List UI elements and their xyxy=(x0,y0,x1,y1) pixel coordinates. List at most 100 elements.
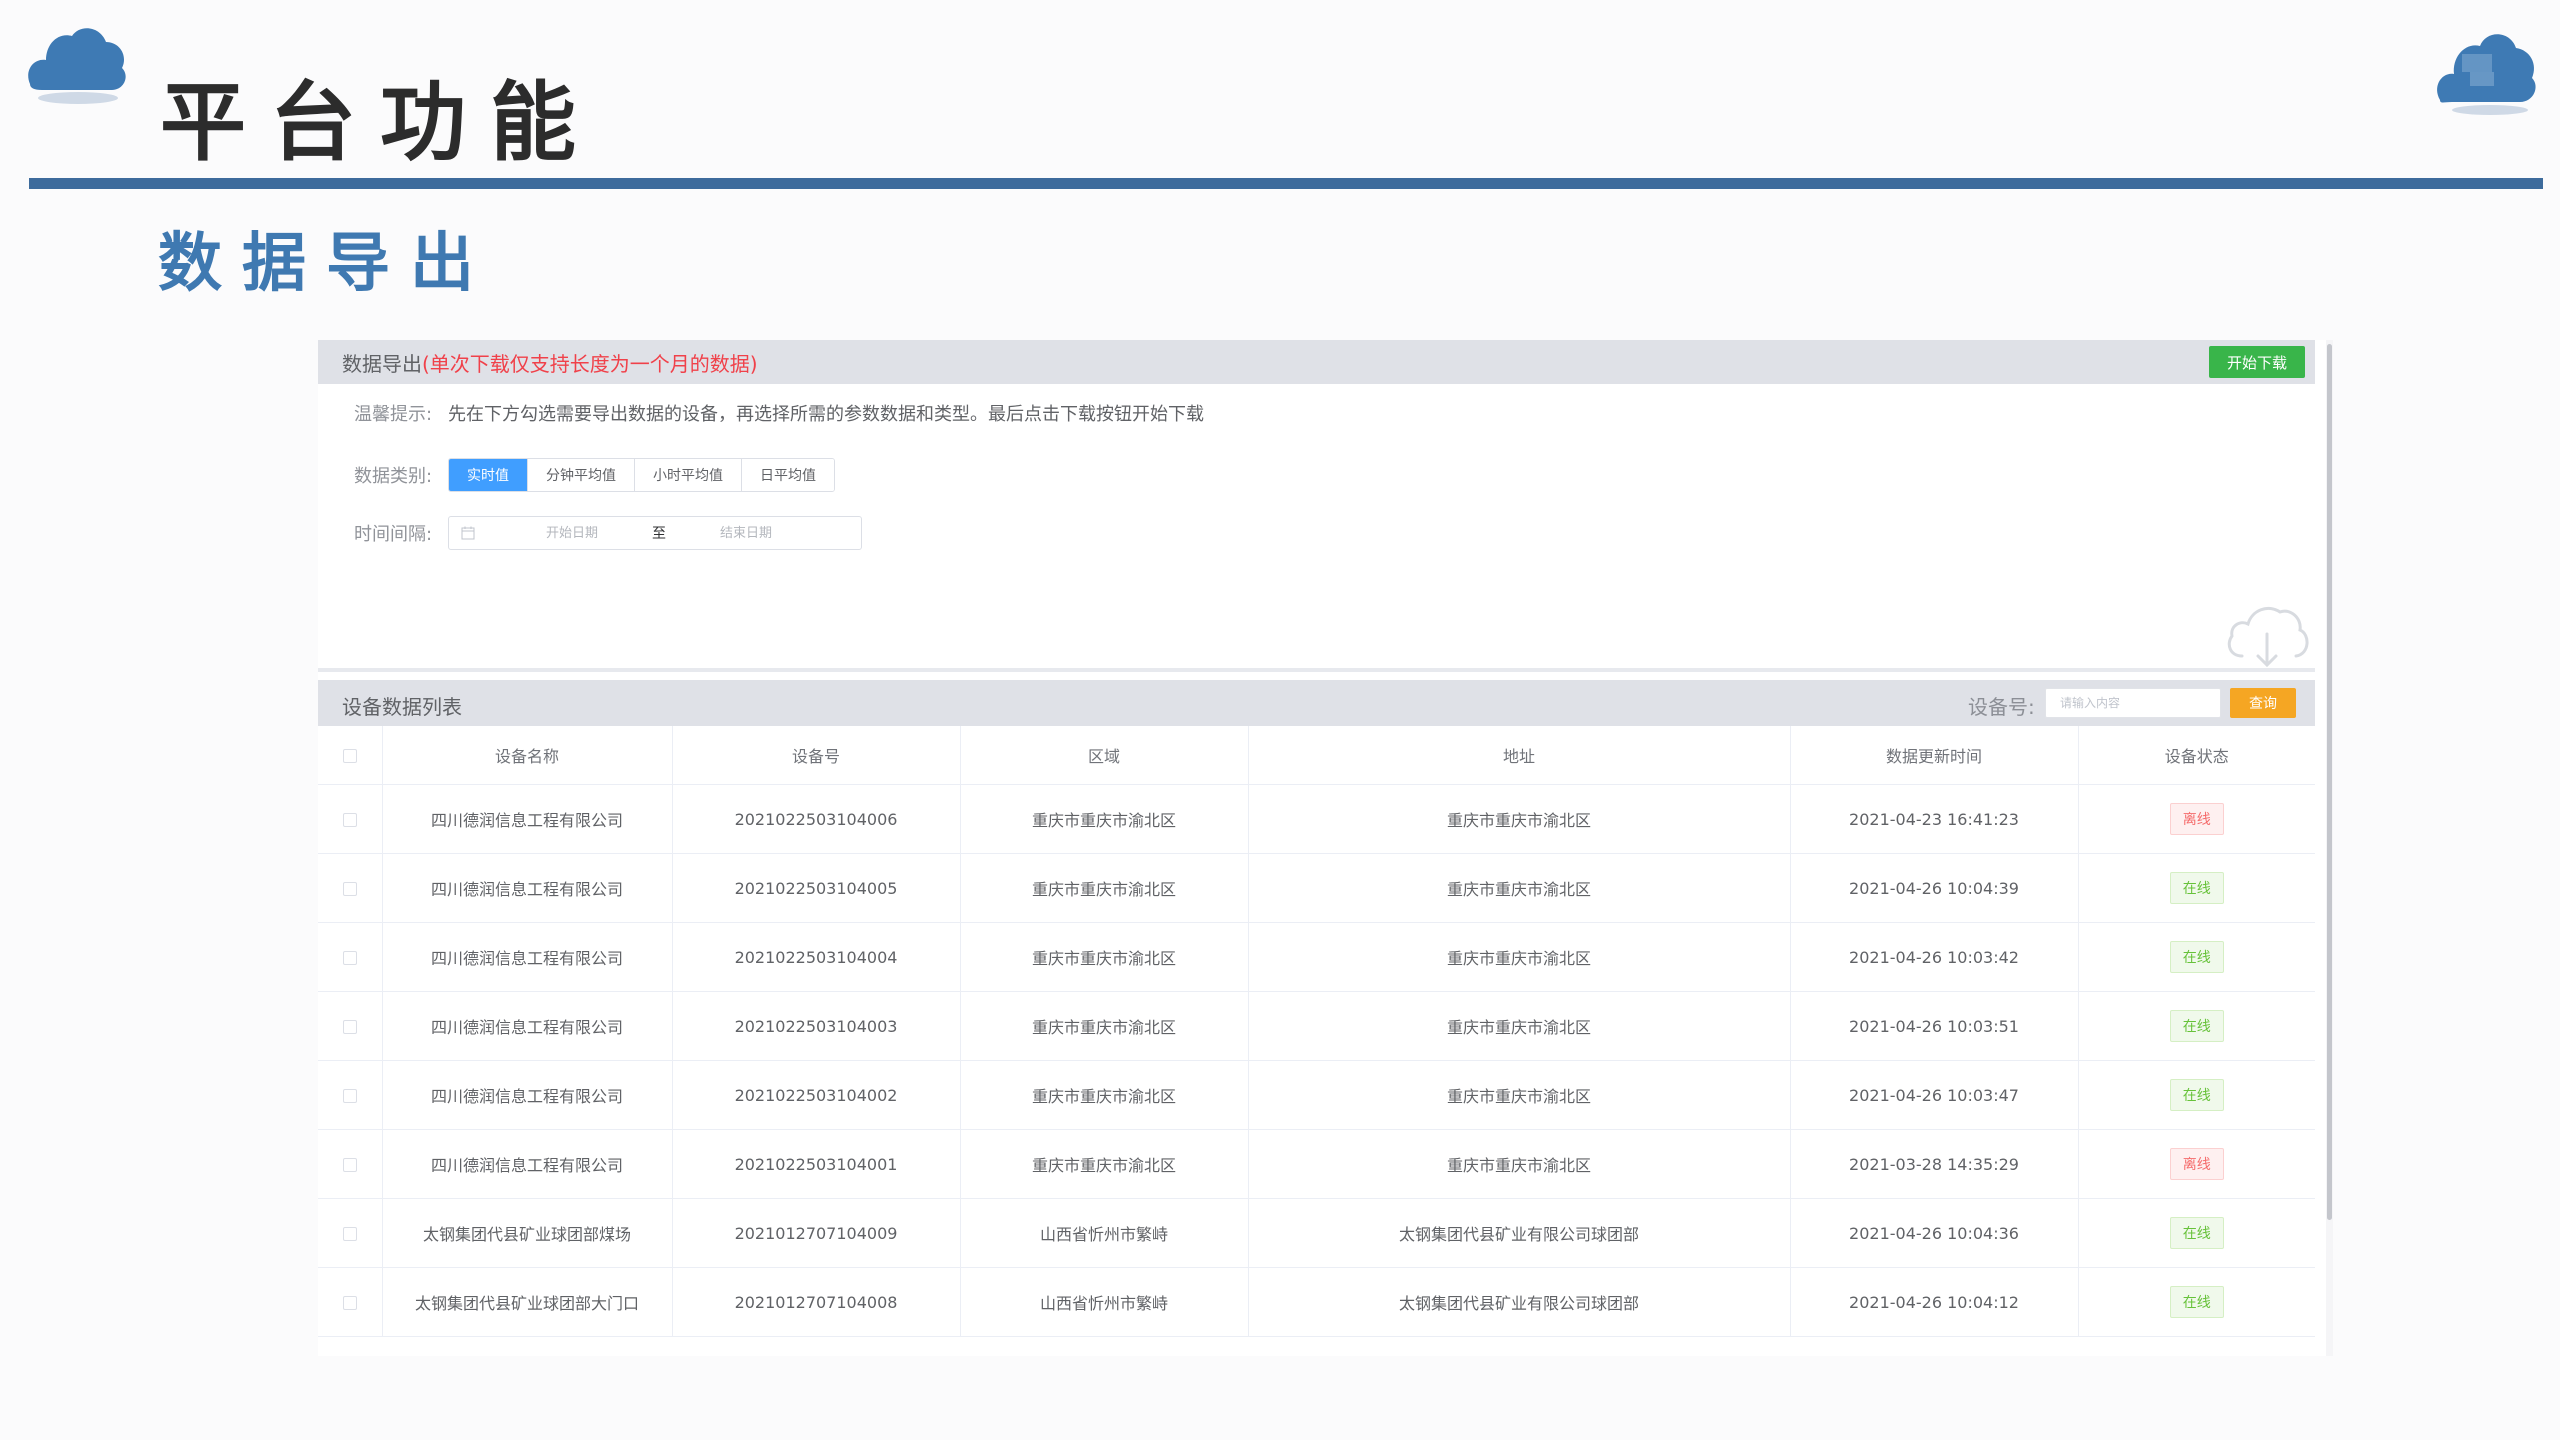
updated-time-cell: 2021-04-26 10:04:12 xyxy=(1790,1267,2079,1337)
row-select-cell xyxy=(318,1267,383,1337)
status-cell: 离线 xyxy=(2078,784,2315,854)
region-cell: 重庆市重庆市渝北区 xyxy=(960,991,1249,1061)
start-date-input[interactable] xyxy=(495,524,649,542)
address-cell: 太钢集团代县矿业有限公司球团部 xyxy=(1248,1198,1791,1268)
status-cell: 在线 xyxy=(2078,1060,2315,1130)
device-name-cell: 四川德润信息工程有限公司 xyxy=(382,853,673,923)
end-date-input[interactable] xyxy=(669,524,823,542)
device-list-title: 设备数据列表 xyxy=(342,695,462,719)
table-header-row: 设备名称 设备号 区域 地址 数据更新时间 设备状态 xyxy=(318,726,2315,785)
category-realtime-button[interactable]: 实时值 xyxy=(449,459,528,491)
address-cell: 重庆市重庆市渝北区 xyxy=(1248,853,1791,923)
device-name-cell: 太钢集团代县矿业球团部煤场 xyxy=(382,1198,673,1268)
time-range-row: 时间间隔: 至 xyxy=(354,516,862,550)
device-name-cell: 四川德润信息工程有限公司 xyxy=(382,1060,673,1130)
updated-time-cell: 2021-03-28 14:35:29 xyxy=(1790,1129,2079,1199)
device-id-search-input[interactable] xyxy=(2045,688,2221,718)
table-row[interactable]: 四川德润信息工程有限公司 2021022503104005 重庆市重庆市渝北区 重庆市… xyxy=(318,853,2315,923)
category-label: 数据类别: xyxy=(354,466,433,487)
column-header-id: 设备号 xyxy=(672,726,961,785)
status-badge: 在线 xyxy=(2169,1010,2224,1042)
region-cell: 重庆市重庆市渝北区 xyxy=(960,784,1249,854)
category-row: 数据类别: 实时值 分钟平均值 小时平均值 日平均值 xyxy=(354,458,835,492)
region-cell: 山西省忻州市繁峙 xyxy=(960,1267,1249,1337)
row-checkbox[interactable] xyxy=(342,1296,357,1310)
status-badge: 在线 xyxy=(2169,872,2224,904)
table-row[interactable]: 四川德润信息工程有限公司 2021022503104004 重庆市重庆市渝北区 重庆市… xyxy=(318,922,2315,992)
category-segmented-control: 实时值 分钟平均值 小时平均值 日平均值 xyxy=(448,458,835,492)
vertical-scrollbar[interactable] xyxy=(2326,340,2333,1356)
cloud-download-icon[interactable] xyxy=(2224,600,2310,670)
updated-time-cell: 2021-04-26 10:03:47 xyxy=(1790,1060,2079,1130)
row-checkbox[interactable] xyxy=(342,1227,357,1241)
export-limit-note: (单次下载仅支持长度为一个月的数据) xyxy=(422,351,758,376)
status-cell: 在线 xyxy=(2078,1198,2315,1268)
scrollbar-thumb[interactable] xyxy=(2327,344,2332,1220)
status-cell: 在线 xyxy=(2078,1267,2315,1337)
category-hour-avg-button[interactable]: 小时平均值 xyxy=(635,459,742,491)
app-window: 数据导出 (单次下载仅支持长度为一个月的数据) 开始下载 温馨提示: 先在下方勾… xyxy=(318,340,2333,1356)
row-checkbox[interactable] xyxy=(342,1020,357,1034)
query-button[interactable]: 查询 xyxy=(2230,688,2296,718)
row-select-cell xyxy=(318,853,383,923)
table-row[interactable]: 太钢集团代县矿业球团部大门口 2021012707104008 山西省忻州市繁峙 太钢… xyxy=(318,1267,2315,1337)
device-table: 设备名称 设备号 区域 地址 数据更新时间 设备状态 四川德润信息工程有限公司 2… xyxy=(318,726,2315,1337)
region-cell: 山西省忻州市繁峙 xyxy=(960,1198,1249,1268)
calendar-icon xyxy=(461,526,475,540)
time-range-label: 时间间隔: xyxy=(354,524,433,545)
column-header-region: 区域 xyxy=(960,726,1249,785)
status-badge: 在线 xyxy=(2169,1217,2224,1249)
table-row[interactable]: 四川德润信息工程有限公司 2021022503104002 重庆市重庆市渝北区 重庆市… xyxy=(318,1060,2315,1130)
export-panel-title: 数据导出 xyxy=(342,351,422,376)
device-name-cell: 太钢集团代县矿业球团部大门口 xyxy=(382,1267,673,1337)
region-cell: 重庆市重庆市渝北区 xyxy=(960,922,1249,992)
page-title: 平台功能 xyxy=(160,73,600,173)
date-range-picker[interactable]: 至 xyxy=(448,516,862,550)
column-header-name: 设备名称 xyxy=(382,726,673,785)
tip-label: 温馨提示: xyxy=(354,404,433,425)
address-cell: 重庆市重庆市渝北区 xyxy=(1248,784,1791,854)
device-id-search-label: 设备号: xyxy=(1968,695,2035,719)
updated-time-cell: 2021-04-26 10:04:39 xyxy=(1790,853,2079,923)
start-download-button[interactable]: 开始下载 xyxy=(2208,346,2305,378)
address-cell: 重庆市重庆市渝北区 xyxy=(1248,1060,1791,1130)
status-badge: 离线 xyxy=(2169,803,2224,835)
device-id-cell: 2021022503104003 xyxy=(672,991,961,1061)
row-checkbox[interactable] xyxy=(342,1158,357,1172)
device-id-cell: 2021022503104004 xyxy=(672,922,961,992)
date-range-separator: 至 xyxy=(652,526,666,542)
table-row[interactable]: 四川德润信息工程有限公司 2021022503104006 重庆市重庆市渝北区 重庆市… xyxy=(318,784,2315,854)
status-badge: 在线 xyxy=(2169,1286,2224,1318)
updated-time-cell: 2021-04-26 10:03:51 xyxy=(1790,991,2079,1061)
row-checkbox[interactable] xyxy=(342,882,357,896)
category-day-avg-button[interactable]: 日平均值 xyxy=(742,459,834,491)
row-select-cell xyxy=(318,1129,383,1199)
row-select-cell xyxy=(318,784,383,854)
cloud-decoration-right-icon xyxy=(2437,34,2536,115)
export-panel-header: 数据导出 (单次下载仅支持长度为一个月的数据) 开始下载 xyxy=(318,340,2315,384)
tip-row: 温馨提示: 先在下方勾选需要导出数据的设备，再选择所需的参数数据和类型。最后点击… xyxy=(354,400,1204,426)
table-row[interactable]: 太钢集团代县矿业球团部煤场 2021012707104009 山西省忻州市繁峙 太钢集… xyxy=(318,1198,2315,1268)
region-cell: 重庆市重庆市渝北区 xyxy=(960,1060,1249,1130)
region-cell: 重庆市重庆市渝北区 xyxy=(960,1129,1249,1199)
select-all-checkbox[interactable] xyxy=(342,749,357,763)
device-list-header: 设备数据列表 设备号: 查询 xyxy=(318,680,2315,726)
row-select-cell xyxy=(318,991,383,1061)
table-row[interactable]: 四川德润信息工程有限公司 2021022503104001 重庆市重庆市渝北区 重庆市… xyxy=(318,1129,2315,1199)
page-subtitle: 数据导出 xyxy=(158,227,494,301)
device-id-cell: 2021012707104008 xyxy=(672,1267,961,1337)
region-cell: 重庆市重庆市渝北区 xyxy=(960,853,1249,923)
row-checkbox[interactable] xyxy=(342,813,357,827)
category-minute-avg-button[interactable]: 分钟平均值 xyxy=(528,459,635,491)
status-cell: 在线 xyxy=(2078,853,2315,923)
row-checkbox[interactable] xyxy=(342,951,357,965)
row-select-cell xyxy=(318,922,383,992)
device-name-cell: 四川德润信息工程有限公司 xyxy=(382,922,673,992)
row-select-cell xyxy=(318,1060,383,1130)
table-row[interactable]: 四川德润信息工程有限公司 2021022503104003 重庆市重庆市渝北区 重庆市… xyxy=(318,991,2315,1061)
device-id-cell: 2021022503104002 xyxy=(672,1060,961,1130)
updated-time-cell: 2021-04-23 16:41:23 xyxy=(1790,784,2079,854)
status-badge: 离线 xyxy=(2169,1148,2224,1180)
device-name-cell: 四川德润信息工程有限公司 xyxy=(382,1129,673,1199)
row-checkbox[interactable] xyxy=(342,1089,357,1103)
